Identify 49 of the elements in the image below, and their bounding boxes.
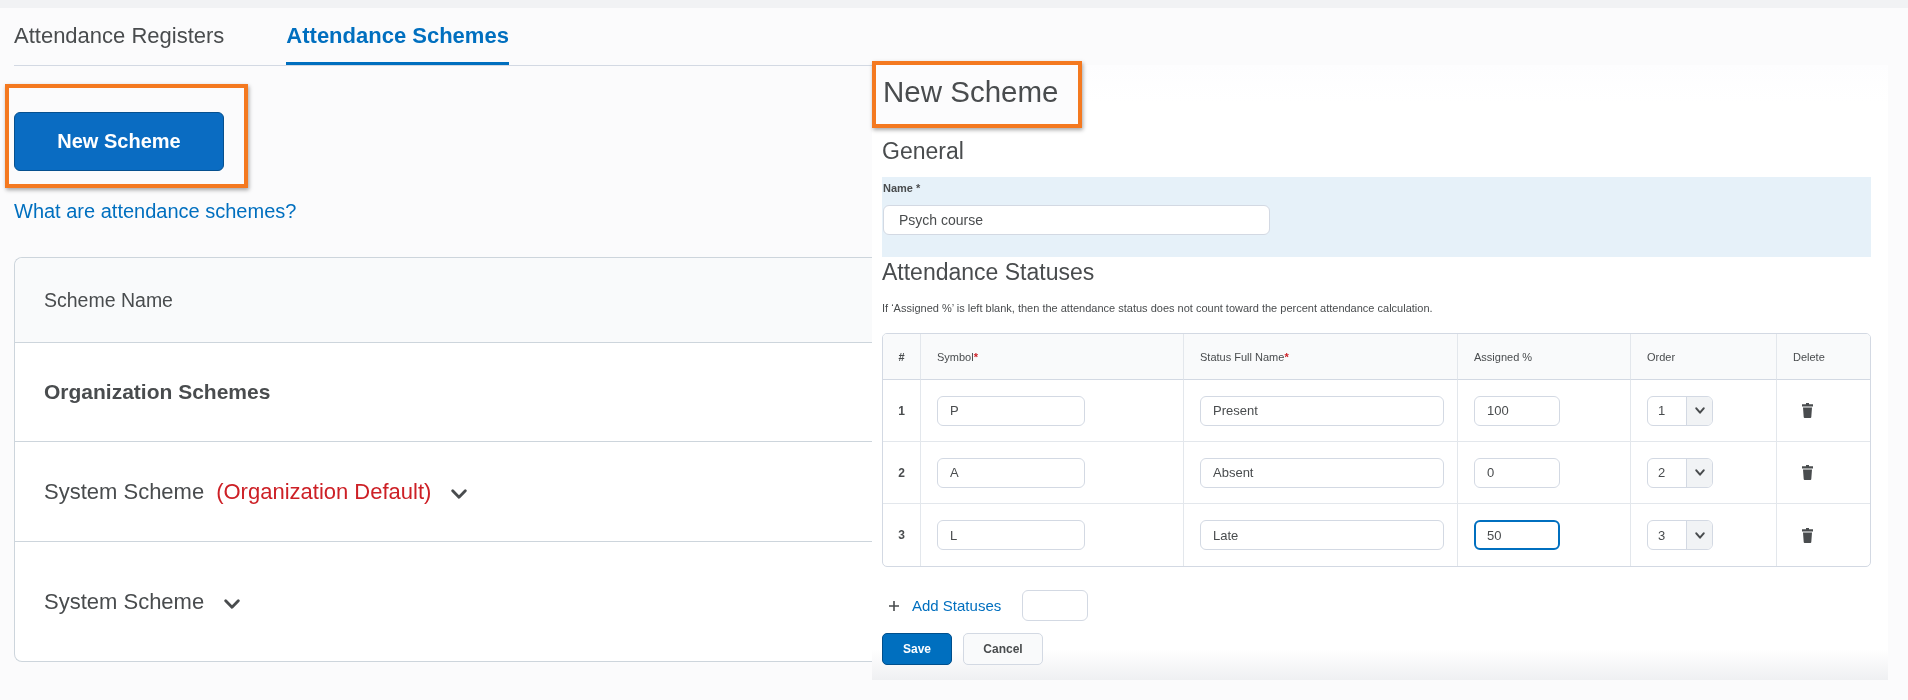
group-heading: Organization Schemes	[44, 380, 271, 404]
percent-field[interactable]: 50	[1474, 520, 1560, 550]
field-label: Name *	[883, 181, 922, 195]
new-scheme-button[interactable]: New Scheme	[14, 112, 224, 171]
column-header: Symbol*	[921, 334, 1184, 380]
status-name-field[interactable]: Late	[1200, 520, 1444, 550]
column-header: Scheme Name	[15, 258, 872, 343]
symbol-field[interactable]: A	[937, 457, 1085, 488]
status-name-field[interactable]: Present	[1200, 395, 1444, 426]
save-button[interactable]: Save	[882, 633, 952, 665]
order-select[interactable]: 3	[1647, 520, 1713, 550]
tab[interactable]: Attendance Registers	[14, 8, 225, 65]
row-number: 3	[883, 504, 921, 566]
order-select[interactable]: 1	[1647, 395, 1713, 426]
chevron-down-icon[interactable]	[1694, 407, 1705, 414]
row-number: 1	[883, 380, 921, 442]
column-header: Delete	[1777, 334, 1870, 380]
status-name-field[interactable]: Absent	[1200, 457, 1444, 488]
count-field[interactable]	[1022, 590, 1089, 621]
chevron-down-icon[interactable]	[1694, 531, 1705, 539]
symbol-field[interactable]: P	[937, 395, 1085, 426]
trash-icon[interactable]	[1802, 403, 1813, 418]
help-link[interactable]: What are attendance schemes?	[14, 199, 297, 223]
add-statuses-link[interactable]: Add Statuses	[912, 597, 1002, 614]
dialog-title: New Scheme	[883, 74, 1060, 110]
plus-icon[interactable]	[889, 600, 899, 611]
trash-icon[interactable]	[1802, 465, 1813, 480]
row-number: 2	[883, 442, 921, 504]
scheme-name: System Scheme	[44, 478, 205, 505]
section-heading: General	[882, 137, 965, 166]
column-header: Status Full Name*	[1184, 334, 1458, 380]
cancel-button[interactable]: Cancel	[963, 633, 1043, 665]
column-header: Assigned %	[1458, 334, 1631, 380]
column-header: #	[883, 334, 921, 380]
help-text: If ‘Assigned %’ is left blank, then the attendance status does not count toward the percent attendance calculation.	[882, 301, 1434, 315]
tab[interactable]: Attendance Schemes	[286, 8, 509, 65]
name-field[interactable]: Psych course	[883, 205, 1270, 235]
percent-field[interactable]: 0	[1474, 457, 1560, 488]
percent-field[interactable]: 100	[1474, 395, 1560, 426]
order-select[interactable]: 2	[1647, 457, 1713, 488]
default-label: (Organization Default)	[216, 478, 432, 505]
chevron-down-icon[interactable]	[451, 488, 468, 499]
symbol-field[interactable]: L	[937, 520, 1085, 550]
section-heading: Attendance Statuses	[882, 258, 1096, 287]
chevron-down-icon[interactable]	[224, 598, 241, 609]
trash-icon[interactable]	[1802, 527, 1813, 543]
scheme-name: System Scheme	[44, 588, 205, 615]
chevron-down-icon[interactable]	[1694, 469, 1705, 476]
column-header: Order	[1631, 334, 1777, 380]
